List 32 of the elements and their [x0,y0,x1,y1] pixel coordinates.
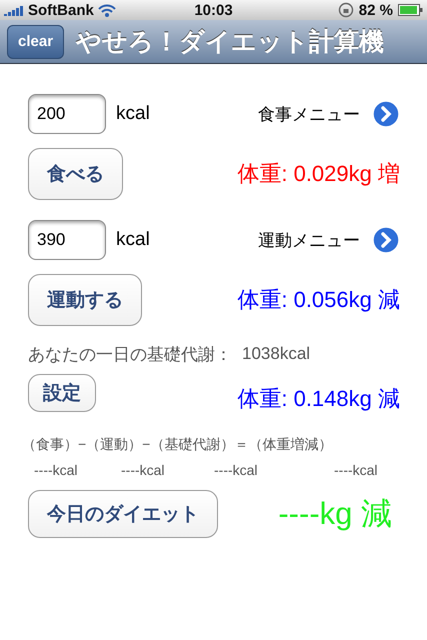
clock-time: 10:03 [194,2,233,18]
app-title: やせろ！ダイエット計算機 [76,27,384,58]
carrier-name: SoftBank [28,2,94,18]
action-button[interactable]: 食べる [28,148,123,200]
menu-label: 食事メニュー [258,104,360,126]
signal-icon [4,4,24,16]
kcal-value: ----kcal [121,462,166,478]
weight-result: ----kg 減 [278,495,392,533]
basal-label: あなたの一日の基礎代謝： [28,344,232,366]
battery-percent: 82 % [358,2,393,18]
disclosure-button[interactable] [372,100,400,128]
formula-text: （食事）−（運動）−（基礎代謝）＝（体重増減） [22,436,334,454]
rotation-lock-icon [338,2,354,18]
wifi-icon [98,4,116,16]
basal-value: 1038kcal [242,344,310,364]
kcal-input[interactable]: 200 [28,94,106,134]
weight-result: 体重: 0.148kg 減 [237,385,400,413]
weight-result: 体重: 0.029kg 増 [237,160,400,188]
kcal-value: ----kcal [34,462,79,478]
battery-icon [398,4,423,16]
menu-label: 運動メニュー [258,230,360,252]
clear-button[interactable]: clear [7,24,64,58]
kcal-value: ----kcal [214,462,259,478]
kcal-value: ----kcal [334,462,379,478]
unit-label: kcal [116,103,151,125]
action-button[interactable]: 運動する [28,274,142,326]
weight-result: 体重: 0.056kg 減 [237,286,400,314]
kcal-input[interactable]: 390 [28,220,106,260]
disclosure-button[interactable] [372,226,400,254]
settings-button[interactable]: 設定 [28,374,96,412]
unit-label: kcal [116,229,151,251]
summary-button[interactable]: 今日のダイエット [28,490,218,538]
